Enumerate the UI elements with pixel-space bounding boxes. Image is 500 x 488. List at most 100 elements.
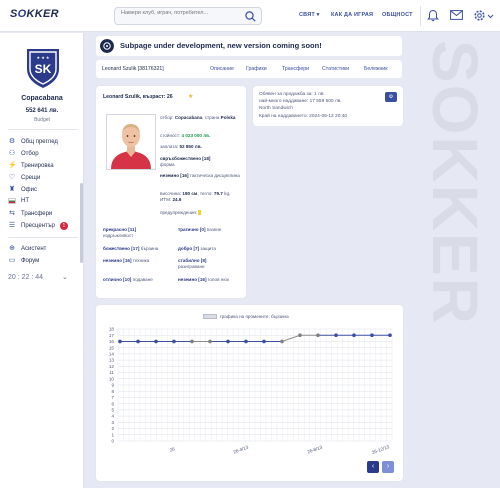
training-icon: ⚡ [8,162,17,169]
club-crest[interactable]: SK ★ ★ ★ [24,47,62,89]
data-point [226,339,230,344]
data-point [352,333,356,338]
y-tick-label: 12 [109,364,115,369]
sidebar-item-assistant[interactable]: ⊕ Асистент [8,245,46,253]
overview-icon: ⚙ [8,138,16,145]
dev-notice: Subpage under development, new version c… [96,36,402,56]
sidebar-item-matches[interactable]: ♡ Срещи [8,174,40,182]
sidebar-item-office[interactable]: ♜ Офис [8,186,37,194]
x-tick-label: 26 [169,446,176,453]
sidebar-scrollbar[interactable] [80,183,83,263]
sidebar-item-label: НТ [21,198,29,204]
flag-icon [8,198,16,204]
y-tick-label: 1 [111,432,114,437]
search-input[interactable] [121,10,239,16]
info-icon [100,39,114,53]
data-point [118,339,122,344]
chart-card: графика на промените: бързина 0123456789… [96,305,403,481]
data-point [298,333,302,338]
team-icon: ⚇ [8,150,16,157]
sidebar-item-overview[interactable]: ⚙ Общ преглед [8,138,58,146]
bid-button[interactable]: ⚙ [385,92,397,102]
y-tick-label: 8 [111,389,114,394]
data-point [190,339,194,344]
press-badge: 1 [59,222,68,230]
y-tick-label: 15 [109,345,115,350]
data-point [262,339,266,344]
chart-prev-button[interactable]: ‹ [367,461,379,473]
sokker-logo[interactable]: SOKKER [10,8,59,20]
nav-how-to-play[interactable]: КАК ДА ИГРАЯ [331,12,373,18]
nav-world[interactable]: СВЯТ ▾ [299,12,320,18]
bell-icon[interactable] [427,9,439,22]
skill-playmaking: стабилно [8] разиграване [178,258,207,269]
nav-community[interactable]: ОБЩНОСТ [382,12,413,18]
player-physique-row: височина: 180 см, тегло: 79.7 kg, ИТМ: 2… [160,191,231,202]
sidebar: SK ★ ★ ★ Copacabana 552 641 лв. Budget ⚙… [0,33,84,488]
search-icon[interactable] [245,11,256,22]
tab-description[interactable]: Описание [210,66,234,72]
transfer-price: Обявен за продажба за: 1 лв. [259,92,325,97]
player-value-row: стойност: 4 023 000 лв. [160,133,211,138]
y-tick-label: 0 [111,439,114,444]
skill-striker: неземно [16] голов нюх [178,277,230,282]
tab-notes[interactable]: Бележник [364,66,387,72]
matches-icon: ♡ [8,174,16,181]
sidebar-item-label: Форум [21,258,40,264]
sidebar-item-team[interactable]: ⚇ Отбор [8,150,39,158]
sidebar-item-label: Трансфери [21,211,53,217]
y-tick-label: 17 [109,333,115,338]
office-icon: ♜ [8,186,16,193]
data-point [208,339,212,344]
sidebar-item-press[interactable]: ☰ Пресцентър 1 [8,222,68,230]
sidebar-item-nt[interactable]: НТ [8,198,29,204]
player-face-icon [111,124,151,169]
data-point [388,333,392,338]
y-tick-label: 7 [111,395,114,400]
transfer-bidder[interactable]: North Sandwich [259,106,293,111]
player-title: Leonard Szulik, възраст: 26 [103,94,173,100]
transfer-deadline: Край на наддаването: 2024-06-12 20:40 [259,114,348,119]
sidebar-item-transfers[interactable]: ⇆ Трансфери [8,210,52,218]
series-segment [281,334,301,342]
skill-stamina: прекрасно [11] издръжливост [103,227,137,238]
press-icon: ☰ [8,222,16,229]
player-tactical-row: неземно [16] тактическа дисциплина [160,173,240,178]
sidebar-item-label: Общ преглед [21,139,58,145]
data-point [280,339,284,344]
assistant-icon: ⊕ [9,245,15,252]
chevron-down-icon[interactable]: ⌄ [62,273,68,281]
star-icon[interactable]: ★ [188,93,193,100]
tab-transfers[interactable]: Трансфери [282,66,309,72]
skill-keeper: трагично [0] пазене [178,227,222,232]
skill-technique: неземно [16] техника [103,258,150,263]
mail-icon[interactable] [450,10,463,20]
player-avatar [106,114,156,170]
tab-charts[interactable]: Графики [246,66,267,72]
player-tabs: Leonard Szulik [38176321] Описание Графи… [96,60,402,78]
sidebar-item-label: Пресцентър [21,223,55,229]
team-link[interactable]: Copacabana [175,115,202,120]
sidebar-item-label: Срещи [21,175,41,181]
budget-label: Budget [34,117,50,123]
chart-next-button[interactable]: › [382,461,394,473]
club-name[interactable]: Copacabana [0,95,83,102]
player-salary-row: заплата: 52 850 лв. [160,144,202,149]
search-box[interactable] [114,7,262,25]
country-link[interactable]: Polska [221,115,236,120]
player-team-row: отбор: Copacabana, страна Polska [160,115,236,120]
sidebar-item-forum[interactable]: ▭ Форум [8,257,40,265]
sidebar-divider [8,129,78,130]
data-point [244,339,248,344]
chevron-down-icon[interactable] [487,14,494,19]
y-tick-label: 5 [111,407,114,412]
top-bar: SOKKER СВЯТ ▾ КАК ДА ИГРАЯ ОБЩНОСТ [0,0,500,32]
sidebar-item-training[interactable]: ⚡ Тренировка [8,162,54,170]
tab-player-name: Leonard Szulik [38176321] [102,66,164,72]
gear-icon[interactable] [473,9,486,22]
clock-text: 20 : 22 : 44 [8,273,44,281]
x-tick-label: 26-8/13 [307,444,324,454]
notice-text: Subpage under development, new version c… [120,41,322,50]
tab-statistics[interactable]: Статистики [322,66,349,72]
transfer-card: Обявен за продажба за: 1 лв. най-много н… [253,86,403,126]
